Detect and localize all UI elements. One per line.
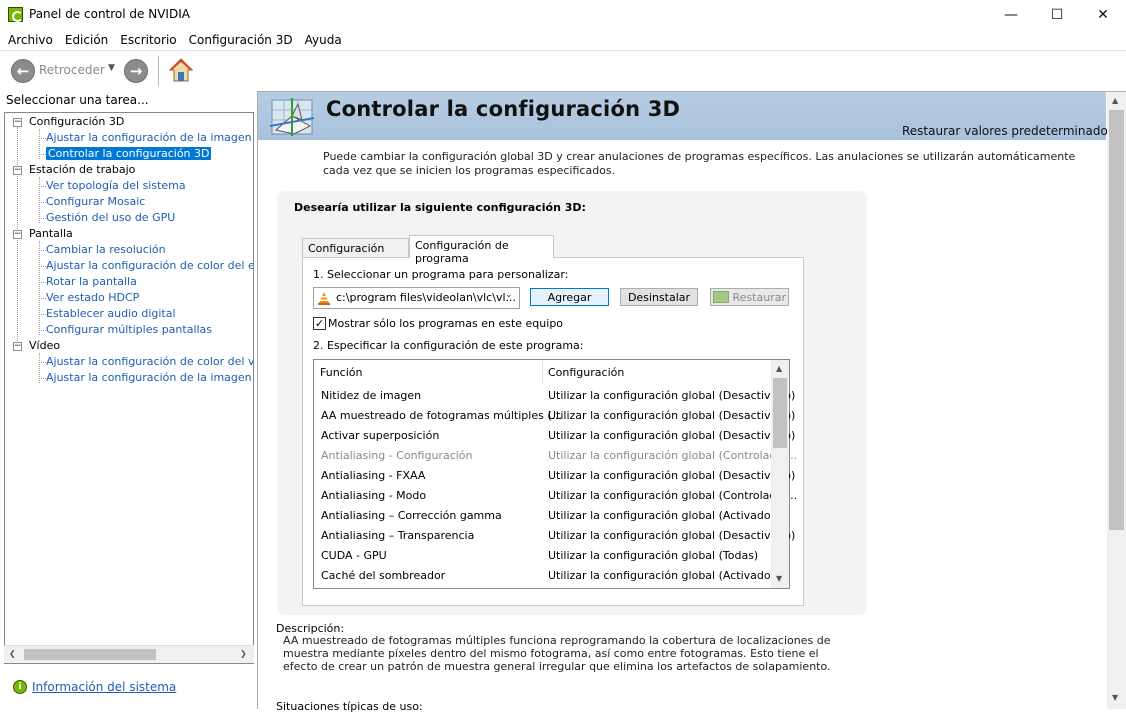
add-button[interactable]: Agregar [530, 288, 609, 306]
close-button[interactable]: ✕ [1080, 0, 1126, 30]
maximize-button[interactable]: ☐ [1034, 0, 1080, 30]
column-separator[interactable] [542, 361, 543, 385]
tree-item-desktop-color[interactable]: Ajustar la configuración de color del es… [46, 259, 253, 272]
nvidia-app-icon [8, 7, 23, 22]
table-row-function[interactable]: Antialiasing - FXAA [321, 469, 425, 482]
column-header-config[interactable]: Configuración [548, 366, 624, 379]
table-row-config[interactable]: Utilizar la configuración global (Desact… [548, 429, 795, 442]
settings-question: Desearía utilizar la siguiente configura… [294, 201, 586, 214]
tree-item-digital-audio[interactable]: Establecer audio digital [46, 307, 176, 320]
tree-item-hdcp[interactable]: Ver estado HDCP [46, 291, 139, 304]
system-info-link[interactable]: Información del sistema [32, 680, 176, 694]
tree-item-rotate[interactable]: Rotar la pantalla [46, 275, 137, 288]
scroll-up-icon[interactable]: ▲ [776, 364, 782, 373]
table-row-function: Antialiasing - Configuración [321, 449, 473, 462]
tree-horizontal-scrollbar[interactable]: ❮ ❯ [4, 645, 254, 663]
tree-item-video-image[interactable]: Ajustar la configuración de la imagen de… [46, 371, 253, 384]
table-row-function[interactable]: Activar superposición [321, 429, 439, 442]
toolbar-separator [158, 56, 159, 86]
tree-item-resolution[interactable]: Cambiar la resolución [46, 243, 166, 256]
table-row-config[interactable]: Utilizar la configuración global (Desact… [548, 409, 795, 422]
column-header-function[interactable]: Función [320, 366, 362, 379]
scrollbar-thumb[interactable] [24, 649, 156, 660]
scroll-down-icon[interactable]: ▼ [776, 574, 782, 583]
tree-item-multiple-displays[interactable]: Configurar múltiples pantallas [46, 323, 212, 336]
table-row-config[interactable]: Utilizar la configuración global (Desact… [548, 529, 795, 542]
table-row-config: Utilizar la configuración global (Contro… [548, 449, 798, 462]
table-row-function[interactable]: CUDA - GPU [321, 549, 387, 562]
table-row-function[interactable]: Nitidez de imagen [321, 389, 421, 402]
window-title: Panel de control de NVIDIA [29, 7, 190, 21]
intro-text: Puede cambiar la configuración global 3D… [323, 150, 1076, 177]
scrollbar-thumb[interactable] [1109, 110, 1124, 530]
tab-program-settings[interactable]: Configuración de programa [409, 235, 554, 265]
table-row-config[interactable]: Utilizar la configuración global (Contro… [548, 489, 797, 502]
back-button-label[interactable]: Retroceder [39, 63, 105, 77]
expander-video[interactable]: − [13, 342, 22, 351]
table-row-function[interactable]: Antialiasing – Corrección gamma [321, 509, 502, 522]
tree-item-mosaic[interactable]: Configurar Mosaic [46, 195, 145, 208]
menu-archivo[interactable]: Archivo [2, 33, 59, 47]
scroll-left-icon[interactable]: ❮ [9, 649, 16, 658]
page-title: Controlar la configuración 3D [326, 97, 681, 121]
expander-display[interactable]: − [13, 230, 22, 239]
show-only-checkbox[interactable]: ✓ [313, 317, 326, 330]
table-row-config[interactable]: Utilizar la configuración global (Todas) [548, 549, 758, 562]
scroll-down-icon[interactable]: ▼ [1112, 693, 1118, 702]
show-only-label[interactable]: Mostrar sólo los programas en este equip… [328, 317, 563, 330]
home-icon[interactable] [168, 57, 194, 83]
table-row-config[interactable]: Utilizar la configuración global (Activa… [548, 569, 775, 582]
scrollbar-thumb[interactable] [773, 378, 787, 448]
menu-ayuda[interactable]: Ayuda [299, 33, 348, 47]
tree-category-display[interactable]: Pantalla [29, 227, 73, 240]
table-row-function[interactable]: AA muestreado de fotogramas múltiples (.… [321, 409, 562, 422]
table-row-config[interactable]: Utilizar la configuración global (Activa… [548, 509, 775, 522]
program-select-value: c:\program files\videolan\vlc\vl... [336, 291, 516, 304]
task-label: Seleccionar una tarea... [6, 93, 149, 107]
tree-item-control-3d[interactable]: Controlar la configuración 3D [46, 147, 212, 160]
minimize-button[interactable]: — [988, 0, 1034, 30]
menu-escritorio[interactable]: Escritorio [114, 33, 182, 47]
table-row-function[interactable]: Antialiasing – Transparencia [321, 529, 474, 542]
nvidia-restore-icon [713, 291, 729, 303]
chevron-down-icon[interactable]: ⌄ [505, 290, 513, 300]
tree-item-video-color[interactable]: Ajustar la configuración de color del ví… [46, 355, 253, 368]
task-tree: − Configuración 3D Ajustar la configurac… [4, 112, 254, 664]
expander-workstation[interactable]: − [13, 166, 22, 175]
tree-category-video[interactable]: Vídeo [29, 339, 60, 352]
description-text: AA muestreado de fotogramas múltiples fu… [283, 634, 831, 673]
forward-arrow-icon[interactable]: → [124, 59, 148, 83]
typical-uses-label: Situaciones típicas de uso: [276, 700, 423, 713]
tab-global-settings[interactable]: Configuración global [302, 238, 409, 268]
tree-item-topology[interactable]: Ver topología del sistema [46, 179, 186, 192]
tree-category-workstation[interactable]: Estación de trabajo [29, 163, 135, 176]
step2-label: 2. Especificar la configuración de este … [313, 339, 584, 352]
table-row-config[interactable]: Utilizar la configuración global (Desact… [548, 469, 795, 482]
tree-item-gpu-usage[interactable]: Gestión del uso de GPU [46, 211, 175, 224]
expander-config3d[interactable]: − [13, 118, 22, 127]
vlc-cone-icon [318, 292, 330, 305]
uninstall-button[interactable]: Desinstalar [620, 288, 698, 306]
history-dropdown-icon[interactable]: ▼ [108, 63, 115, 73]
menu-configuracion-3d[interactable]: Configuración 3D [183, 33, 299, 47]
3d-settings-icon [269, 98, 315, 136]
step1-label: 1. Seleccionar un programa para personal… [313, 268, 569, 281]
table-row-config[interactable]: Utilizar la configuración global (Desact… [548, 389, 795, 402]
info-icon: i [13, 680, 27, 694]
menu-edicion[interactable]: Edición [59, 33, 114, 47]
menu-bar: Archivo Edición Escritorio Configuración… [0, 30, 1126, 50]
back-arrow-icon[interactable]: ← [11, 59, 35, 83]
table-row-function[interactable]: Antialiasing - Modo [321, 489, 426, 502]
tree-item-adjust-image[interactable]: Ajustar la configuración de la imagen co… [46, 131, 253, 144]
table-row-function[interactable]: Caché del sombreador [321, 569, 445, 582]
restore-defaults-link[interactable]: Restaurar valores predeterminados [902, 124, 1114, 138]
tree-category-config3d[interactable]: Configuración 3D [29, 115, 124, 128]
scroll-up-icon[interactable]: ▲ [1112, 96, 1118, 105]
scroll-right-icon[interactable]: ❯ [240, 649, 247, 658]
